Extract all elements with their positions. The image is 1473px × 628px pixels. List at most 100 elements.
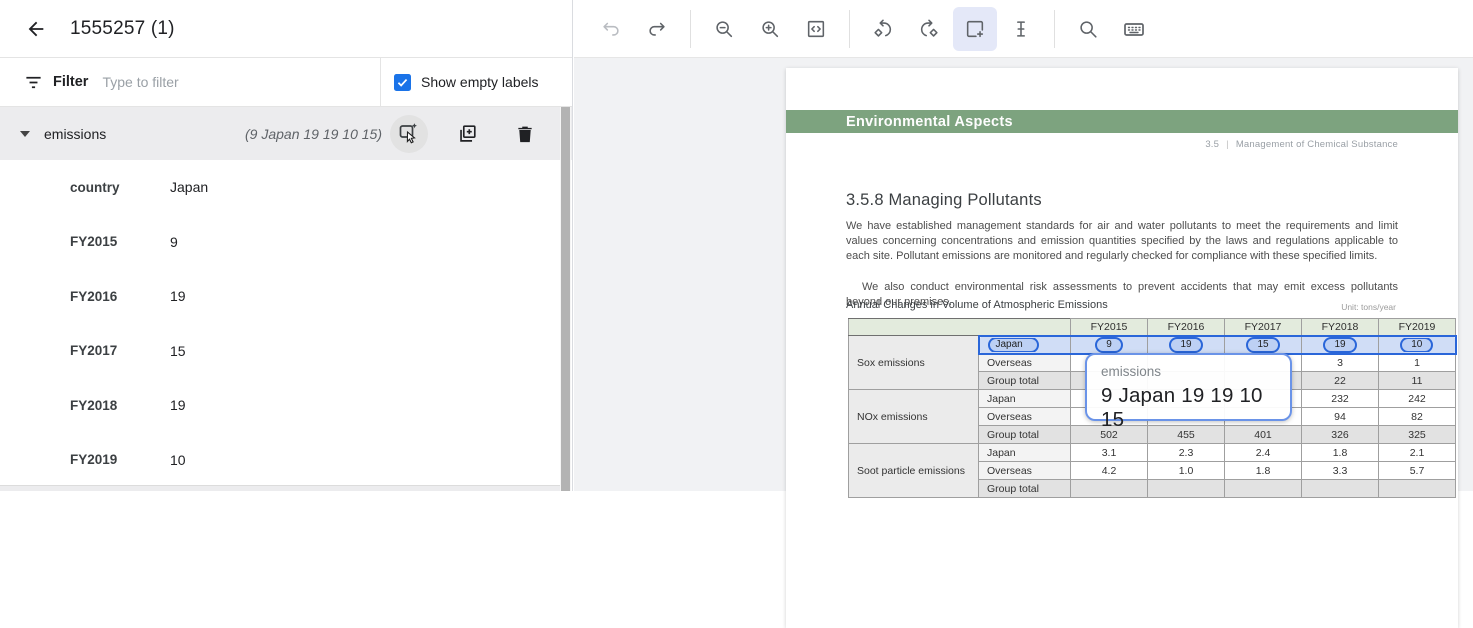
fit-to-width-button[interactable] <box>794 7 838 51</box>
field-value: Japan <box>170 179 208 195</box>
field-row[interactable]: FY2016 19 <box>0 269 572 324</box>
table-caption: Annual Changes in Volume of Atmospheric … <box>846 299 1108 311</box>
panel-scrollbar[interactable] <box>560 107 571 491</box>
value-cell: 22 <box>1302 372 1379 390</box>
label-group-summary: (9 Japan 19 19 10 15) <box>245 126 382 142</box>
rotate-left-button[interactable] <box>861 7 905 51</box>
value-cell: 10 <box>1379 336 1456 354</box>
sub-label-cell: Overseas <box>979 354 1071 372</box>
field-row[interactable]: FY2017 15 <box>0 324 572 379</box>
show-empty-checkbox[interactable] <box>394 74 411 91</box>
filter-section: Filter <box>0 58 380 106</box>
value-cell: 19 <box>1302 336 1379 354</box>
field-row[interactable]: country Japan <box>0 160 572 215</box>
zoom-in-button[interactable] <box>748 7 792 51</box>
field-key: country <box>0 180 170 195</box>
cursor-icon <box>407 132 414 143</box>
field-value: 19 <box>170 288 186 304</box>
field-row[interactable]: FY2015 9 <box>0 215 572 270</box>
filter-label: Filter <box>53 74 88 90</box>
value-cell: 82 <box>1379 408 1456 426</box>
year-header: FY2018 <box>1302 319 1379 336</box>
keyboard-shortcuts-button[interactable] <box>1112 7 1156 51</box>
table-unit: Unit: tons/year <box>1341 302 1396 312</box>
value-cell: 5.7 <box>1379 462 1456 480</box>
value-cell: 242 <box>1379 390 1456 408</box>
value-cell <box>1225 480 1302 498</box>
rotate-right-button[interactable] <box>907 7 951 51</box>
search-button[interactable] <box>1066 7 1110 51</box>
select-text-button[interactable] <box>999 7 1043 51</box>
show-empty-section: Show empty labels <box>380 58 572 106</box>
table-row: Sox emissionsJapan919151910 <box>849 336 1456 354</box>
section-separator: | <box>1226 139 1229 150</box>
value-cell: 3.3 <box>1302 462 1379 480</box>
annotation-box[interactable]: 10 <box>1400 337 1433 353</box>
value-cell <box>1379 480 1456 498</box>
sub-label-cell: Japan <box>979 444 1071 462</box>
field-list: country Japan FY2015 9 FY2016 19 FY2017 … <box>0 160 572 487</box>
value-cell: 2.4 <box>1225 444 1302 462</box>
group-label-cell: NOx emissions <box>849 390 979 444</box>
redo-button[interactable] <box>635 7 679 51</box>
field-value: 15 <box>170 343 186 359</box>
sub-label-cell: Overseas <box>979 462 1071 480</box>
value-cell: 1.8 <box>1225 462 1302 480</box>
label-group-actions <box>390 115 544 153</box>
label-group-row-emissions[interactable]: emissions (9 Japan 19 19 10 15) <box>0 107 572 160</box>
tooltip-value: 9 Japan 19 19 10 15 <box>1101 384 1290 432</box>
field-row[interactable]: FY2019 10 <box>0 433 572 488</box>
labels-panel: 1555257 (1) Filter Show empty labels emi… <box>0 0 573 491</box>
document-title: 1555257 (1) <box>70 18 175 40</box>
toolbar-divider <box>1054 10 1055 48</box>
annotate-button[interactable] <box>390 115 428 153</box>
annotation-box[interactable]: 15 <box>1246 337 1279 353</box>
value-cell <box>1148 480 1225 498</box>
annotation-tooltip: emissions 9 Japan 19 19 10 15 <box>1085 353 1292 421</box>
document-paragraph-1: We have established management standards… <box>846 219 1398 265</box>
sub-label-cell: Group total <box>979 372 1071 390</box>
delete-button[interactable] <box>506 115 544 153</box>
field-key: FY2018 <box>0 398 170 413</box>
year-header: FY2015 <box>1071 319 1148 336</box>
value-cell: 1 <box>1379 354 1456 372</box>
field-row[interactable]: FY2018 19 <box>0 378 572 433</box>
annotation-box[interactable]: 19 <box>1323 337 1356 353</box>
zoom-out-button[interactable] <box>702 7 746 51</box>
value-cell: 3 <box>1302 354 1379 372</box>
table-row: Soot particle emissionsJapan3.12.32.41.8… <box>849 444 1456 462</box>
section-reference: 3.5|Management of Chemical Substance <box>1205 139 1398 150</box>
field-key: FY2016 <box>0 289 170 304</box>
annotation-box[interactable]: Japan <box>988 337 1039 353</box>
value-cell: 94 <box>1302 408 1379 426</box>
document-banner: Environmental Aspects <box>786 110 1458 133</box>
value-cell: 4.2 <box>1071 462 1148 480</box>
document-page[interactable]: Environmental Aspects 3.5|Management of … <box>786 68 1458 628</box>
collapse-caret-icon[interactable] <box>20 131 30 137</box>
filter-icon <box>24 73 43 92</box>
duplicate-button[interactable] <box>448 115 486 153</box>
annotation-box[interactable]: 19 <box>1169 337 1202 353</box>
section-number: 3.5 <box>1205 139 1219 150</box>
field-key: FY2015 <box>0 234 170 249</box>
filter-input[interactable] <box>102 74 332 90</box>
field-value: 10 <box>170 452 186 468</box>
document-viewer: Environmental Aspects 3.5|Management of … <box>574 0 1473 491</box>
toolbar-divider <box>690 10 691 48</box>
table-header-row: FY2015FY2016FY2017FY2018FY2019 <box>849 319 1456 336</box>
banner-title: Environmental Aspects <box>846 114 1013 130</box>
value-cell: 1.0 <box>1148 462 1225 480</box>
group-label-cell: Soot particle emissions <box>849 444 979 498</box>
year-header: FY2019 <box>1379 319 1456 336</box>
field-key: FY2017 <box>0 343 170 358</box>
value-cell <box>1302 480 1379 498</box>
scrollbar-thumb[interactable] <box>561 107 570 491</box>
annotation-box[interactable]: 9 <box>1095 337 1123 353</box>
label-group-name: emissions <box>44 126 106 142</box>
back-button[interactable] <box>22 15 50 43</box>
toolbar-divider <box>849 10 850 48</box>
value-cell: 2.1 <box>1379 444 1456 462</box>
field-value: 19 <box>170 397 186 413</box>
add-bounding-box-button[interactable] <box>953 7 997 51</box>
undo-button[interactable] <box>589 7 633 51</box>
